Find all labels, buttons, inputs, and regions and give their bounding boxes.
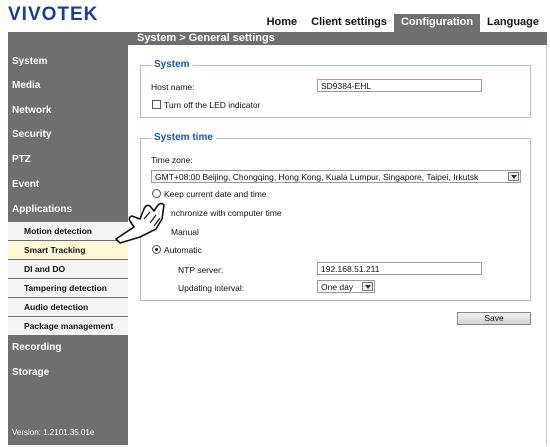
hand-cursor-icon: [115, 202, 165, 244]
host-name-input[interactable]: SD9384-EHL: [317, 79, 482, 92]
manual-label[interactable]: Manual: [171, 227, 199, 237]
firmware-version: Version: 1.2101.35.01e: [12, 428, 95, 437]
system-time-group: System time Time zone: GMT+08:00 Beijing…: [140, 132, 531, 301]
keep-time-label: Keep current date and time: [164, 189, 267, 199]
nav-language[interactable]: Language: [480, 14, 546, 32]
sidebar-item-storage[interactable]: Storage: [8, 367, 128, 378]
system-time-group-title: System time: [151, 132, 216, 143]
system-group: System Host name: SD9384-EHL Turn off th…: [140, 59, 531, 118]
sidebar-sub-tampering-detection[interactable]: Tampering detection: [8, 279, 128, 297]
sidebar-sub-package-management[interactable]: Package management: [8, 317, 128, 335]
host-name-label: Host name:: [151, 82, 195, 92]
led-label: Turn off the LED indicator: [164, 100, 261, 110]
timezone-value: GMT+08:00 Beijing, Chongqing, Hong Kong,…: [155, 172, 479, 182]
system-group-title: System: [151, 59, 193, 70]
top-bar: VIVOTEK Home Client settings Configurati…: [0, 0, 550, 32]
led-checkbox[interactable]: [152, 100, 161, 109]
sidebar-item-network[interactable]: Network: [8, 105, 128, 116]
main-content: System Host name: SD9384-EHL Turn off th…: [128, 45, 547, 445]
timezone-label: Time zone:: [151, 155, 193, 165]
vivotek-logo: VIVOTEK: [8, 4, 99, 25]
sidebar-item-security[interactable]: Security: [8, 129, 128, 140]
ntp-server-input[interactable]: 192.168.51.211: [317, 262, 482, 275]
nav-configuration[interactable]: Configuration: [393, 14, 481, 32]
timezone-select[interactable]: GMT+08:00 Beijing, Chongqing, Hong Kong,…: [151, 170, 521, 183]
sidebar-item-media[interactable]: Media: [8, 80, 128, 91]
ntp-server-label: NTP server:: [178, 265, 224, 275]
chevron-down-icon: [362, 282, 373, 291]
nav-client-settings[interactable]: Client settings: [304, 14, 394, 32]
top-navigation: Home Client settings Configuration Langu…: [260, 14, 546, 32]
sidebar-sub-audio-detection[interactable]: Audio detection: [8, 298, 128, 316]
sync-computer-label[interactable]: nchronize with computer time: [171, 208, 282, 218]
sidebar-sub-di-and-do[interactable]: DI and DO: [8, 260, 128, 278]
updating-interval-label: Updating interval:: [178, 283, 245, 293]
nav-home[interactable]: Home: [260, 14, 305, 32]
sidebar-item-ptz[interactable]: PTZ: [8, 154, 128, 165]
page-title: System > General settings: [128, 32, 547, 45]
sidebar-item-recording[interactable]: Recording: [8, 342, 128, 353]
sidebar-item-system[interactable]: System: [8, 56, 128, 67]
sidebar-item-event[interactable]: Event: [8, 179, 128, 190]
chevron-down-icon: [508, 172, 519, 181]
save-button[interactable]: Save: [457, 312, 531, 325]
updating-interval-value: One day: [321, 282, 354, 292]
updating-interval-select[interactable]: One day: [317, 280, 375, 293]
